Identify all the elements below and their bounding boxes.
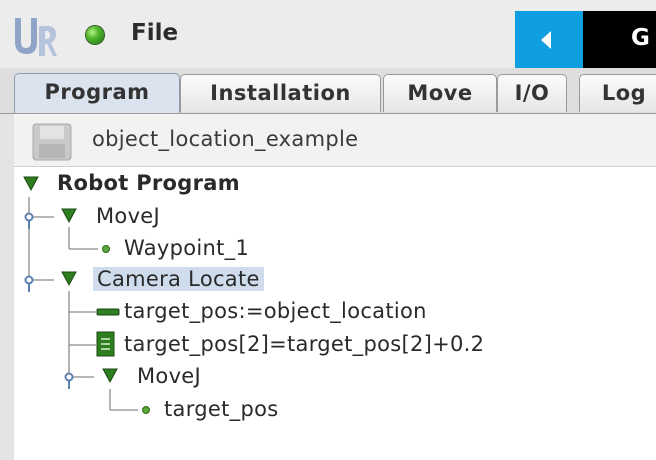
tab-program[interactable]: Program [14, 73, 180, 113]
tab-log[interactable]: Log [579, 74, 656, 112]
assignment-icon [96, 308, 120, 316]
waypoint-dot-icon [142, 406, 150, 414]
left-edge [0, 114, 15, 460]
tree-node-movej[interactable]: MoveJ [96, 204, 160, 228]
tree-node-robot-program[interactable]: Robot Program [57, 171, 240, 195]
tree-node-camera-locate[interactable]: Camera Locate [93, 267, 264, 291]
header-right-panel[interactable]: G [583, 11, 656, 68]
tree-node-waypoint-1[interactable]: Waypoint_1 [124, 236, 249, 260]
waypoint-dot-icon [102, 245, 110, 253]
expand-movej-2-icon [102, 368, 118, 384]
ur-logo-icon [15, 18, 57, 56]
triangle-left-icon [541, 31, 551, 49]
program-name-bar: object_location_example [14, 114, 656, 167]
tree-node-movej-2[interactable]: MoveJ [137, 364, 201, 388]
tab-installation[interactable]: Installation [180, 74, 381, 112]
program-name: object_location_example [92, 127, 359, 151]
tree-node-target-pos[interactable]: target_pos [164, 397, 278, 421]
tree-node-script[interactable]: target_pos[2]=target_pos[2]+0.2 [124, 332, 484, 356]
header-right-text: G [631, 25, 650, 51]
back-button[interactable] [515, 11, 583, 68]
tab-move[interactable]: Move [383, 74, 497, 112]
status-globe-icon[interactable] [86, 26, 104, 44]
script-icon [96, 331, 115, 357]
tree-node-assignment[interactable]: target_pos:=object_location [124, 299, 427, 323]
expand-root-icon [23, 176, 39, 192]
expand-movej-1-icon [61, 208, 77, 224]
header-bar: File G [0, 0, 656, 68]
tab-io[interactable]: I/O [497, 74, 567, 112]
floppy-disk-icon[interactable] [32, 123, 72, 161]
expand-camera-locate-icon [61, 271, 77, 287]
file-menu[interactable]: File [131, 20, 178, 46]
tab-bar: I/O Log Move Installation Program [0, 68, 656, 114]
program-tree: Robot Program MoveJ Waypoint_1 Camera Lo… [14, 167, 656, 460]
